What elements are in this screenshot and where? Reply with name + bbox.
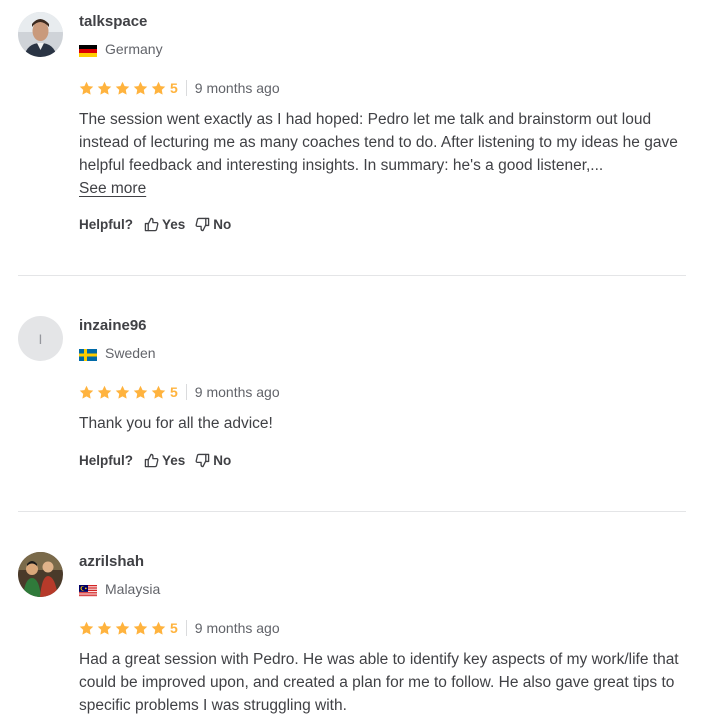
review-body: Had a great session with Pedro. He was a… xyxy=(79,651,679,714)
avatar-initial: I xyxy=(38,330,43,347)
rating-row: 5 9 months ago xyxy=(79,619,280,637)
helpful-label: Helpful? xyxy=(79,217,133,232)
star-icon xyxy=(97,621,112,635)
star-icon xyxy=(133,621,148,635)
yes-label: Yes xyxy=(162,453,186,468)
helpful-yes-button[interactable]: Yes xyxy=(144,453,185,468)
star-icon xyxy=(151,81,166,95)
review-body: The session went exactly as I had hoped:… xyxy=(79,111,678,174)
star-icon xyxy=(115,621,130,635)
reviewer-country: Germany xyxy=(79,40,163,58)
helpful-no-button[interactable]: No xyxy=(195,453,231,468)
thumbs-down-icon xyxy=(195,453,210,468)
star-icon xyxy=(79,621,94,635)
star-rating xyxy=(79,385,169,400)
star-icon xyxy=(133,385,148,399)
sweden-flag-icon xyxy=(79,347,97,361)
rating-score: 5 xyxy=(170,384,178,400)
avatar[interactable]: I xyxy=(18,316,63,361)
divider xyxy=(18,275,686,276)
separator xyxy=(185,620,187,636)
star-rating xyxy=(79,81,169,96)
thumbs-up-icon xyxy=(144,453,159,468)
star-icon xyxy=(97,81,112,95)
review-text: Had a great session with Pedro. He was a… xyxy=(79,648,689,717)
thumbs-down-icon xyxy=(195,217,210,232)
helpful-row: Helpful? Yes No xyxy=(79,453,241,468)
reviewer-country: Malaysia xyxy=(79,580,160,598)
star-rating xyxy=(79,621,169,636)
country-name: Sweden xyxy=(105,345,156,361)
germany-flag-icon xyxy=(79,43,97,57)
star-icon xyxy=(151,385,166,399)
divider xyxy=(18,511,686,512)
rating-score: 5 xyxy=(170,620,178,636)
avatar[interactable] xyxy=(18,12,63,57)
review-date: 9 months ago xyxy=(194,384,280,400)
rating-score: 5 xyxy=(170,80,178,96)
country-name: Malaysia xyxy=(105,581,161,597)
star-icon xyxy=(79,81,94,95)
avatar[interactable] xyxy=(18,552,63,597)
thumbs-up-icon xyxy=(144,217,159,232)
separator xyxy=(185,80,187,96)
rating-row: 5 9 months ago xyxy=(79,383,280,401)
helpful-label: Helpful? xyxy=(79,453,133,468)
see-more-link[interactable]: See more xyxy=(79,180,146,197)
review-text: The session went exactly as I had hoped:… xyxy=(79,108,689,200)
reviewer-name[interactable]: azrilshah xyxy=(79,552,144,572)
helpful-no-button[interactable]: No xyxy=(195,217,231,232)
yes-label: Yes xyxy=(162,217,186,232)
helpful-row: Helpful? Yes No xyxy=(79,217,241,232)
separator xyxy=(185,384,187,400)
malaysia-flag-icon xyxy=(79,583,97,597)
review-card: I inzaine96 Sweden 5 9 months ago Thank … xyxy=(18,316,686,486)
star-icon xyxy=(115,385,130,399)
rating-row: 5 9 months ago xyxy=(79,79,280,97)
star-icon xyxy=(115,81,130,95)
star-icon xyxy=(79,385,94,399)
review-date: 9 months ago xyxy=(194,620,280,636)
review-body: Thank you for all the advice! xyxy=(79,415,273,432)
star-icon xyxy=(97,385,112,399)
helpful-yes-button[interactable]: Yes xyxy=(144,217,185,232)
no-label: No xyxy=(213,453,232,468)
review-card: azrilshah Malaysia 5 9 months ago Had a … xyxy=(18,552,686,722)
reviewer-country: Sweden xyxy=(79,344,156,362)
star-icon xyxy=(133,81,148,95)
reviewer-name[interactable]: inzaine96 xyxy=(79,316,147,336)
review-date: 9 months ago xyxy=(194,80,280,96)
country-name: Germany xyxy=(105,41,163,57)
no-label: No xyxy=(213,217,232,232)
star-icon xyxy=(151,621,166,635)
reviewer-name[interactable]: talkspace xyxy=(79,12,147,32)
review-text: Thank you for all the advice! xyxy=(79,412,689,435)
review-card: talkspace Germany 5 9 months ago The ses… xyxy=(18,12,686,252)
